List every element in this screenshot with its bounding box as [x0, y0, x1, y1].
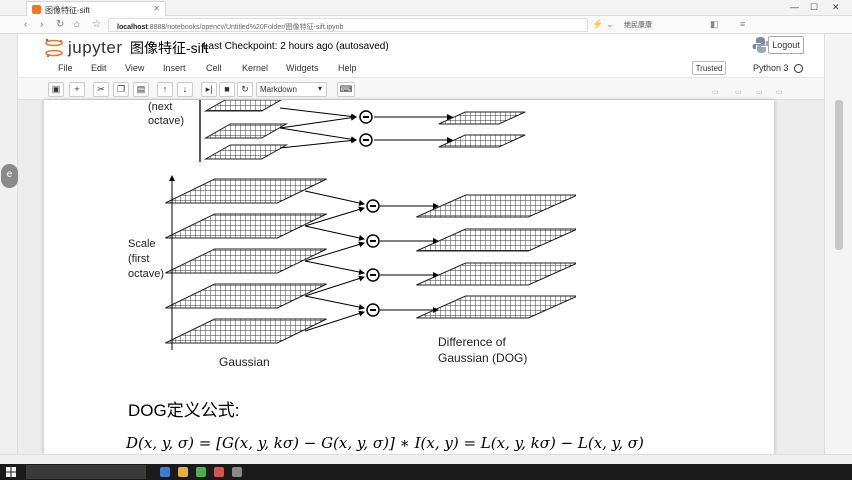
label-gaussian: Gaussian	[219, 355, 270, 369]
maximize-icon[interactable]: ☐	[810, 2, 818, 13]
taskbar-app-icon[interactable]	[196, 467, 206, 477]
dog-plane	[416, 194, 576, 218]
extension-icon[interactable]: ◧	[710, 19, 719, 30]
arrow	[304, 295, 365, 310]
browser-statusbar	[0, 454, 852, 464]
url-host: localhost	[117, 24, 148, 31]
label-dog-1: Difference of	[438, 335, 506, 349]
side-tool-icon[interactable]: e	[1, 164, 18, 188]
jupyter-logo-icon[interactable]	[44, 38, 64, 58]
tab-title: 图像特征-sift	[45, 6, 90, 15]
browser-tab[interactable]: 图像特征-sift ✕	[26, 1, 166, 16]
arrow	[279, 127, 357, 143]
menu-widgets[interactable]: Widgets	[286, 63, 319, 73]
tab-close-icon[interactable]: ✕	[153, 4, 160, 13]
label-next-octave-1: (next	[148, 101, 172, 113]
chevron-down-icon: ▾	[317, 84, 322, 93]
logout-button[interactable]: Logout	[768, 36, 804, 54]
label-octave: octave)	[128, 268, 164, 280]
paste-icon[interactable]: ▤	[133, 82, 149, 97]
notebook-name[interactable]: 图像特征-sift	[130, 38, 209, 58]
dog-plane-next-octave	[438, 134, 526, 148]
close-window-icon[interactable]: ✕	[832, 2, 840, 13]
save-icon[interactable]: ▣	[48, 82, 64, 97]
chevron-down-icon[interactable]: ⌄	[606, 19, 614, 30]
refresh-icon[interactable]: ↻	[56, 19, 64, 30]
stop-icon[interactable]: ■	[219, 82, 235, 97]
arrow	[304, 260, 365, 275]
gaussian-plane	[165, 213, 327, 239]
star-icon[interactable]: ☆	[92, 19, 101, 30]
dog-plane	[416, 262, 576, 286]
arrow	[304, 190, 365, 206]
menu-insert[interactable]: Insert	[163, 63, 186, 73]
url-path: :8888/notebooks/opencv/Untitled%20Folder…	[147, 24, 344, 31]
menu-file[interactable]: File	[58, 63, 73, 73]
gaussian-plane-next-octave	[203, 144, 289, 160]
step-icon[interactable]: ▸|	[201, 82, 217, 97]
user-label[interactable]: 绝民康康	[624, 20, 652, 30]
dog-plane	[416, 228, 576, 252]
menu-icon[interactable]: ≡	[740, 19, 745, 29]
url-field[interactable]: localhost:8888/notebooks/opencv/Untitled…	[108, 18, 588, 32]
dog-formula: D(x, y, σ) = [G(x, y, kσ) − G(x, y, σ)] …	[126, 434, 644, 452]
dog-plane-next-octave	[438, 111, 526, 125]
arrow	[304, 225, 365, 241]
label-dog-2: Gaussian (DOG)	[438, 351, 527, 365]
arrow	[279, 114, 357, 129]
taskbar-folder-icon[interactable]	[178, 467, 188, 477]
scrollbar-thumb[interactable]	[835, 100, 843, 250]
arrow	[279, 107, 357, 120]
gaussian-plane	[165, 318, 327, 344]
dog-plane	[416, 295, 576, 319]
menu-kernel[interactable]: Kernel	[242, 63, 268, 73]
bolt-icon[interactable]: ⚡	[592, 19, 603, 30]
figure-shapes	[165, 100, 576, 350]
copy-icon[interactable]: ❐	[113, 82, 129, 97]
cell-type-select[interactable]: Markdown ▾	[256, 82, 327, 97]
jupyter-favicon-icon	[32, 5, 41, 14]
toolbar-small-icon[interactable]: ▭	[712, 88, 719, 96]
toolbar-small-icon[interactable]: ▭	[756, 88, 763, 96]
taskbar-app-icon[interactable]	[232, 467, 242, 477]
gaussian-plane-next-octave	[203, 123, 289, 139]
arrow-up-icon[interactable]: ↑	[157, 82, 173, 97]
taskbar-app-icon[interactable]	[160, 467, 170, 477]
label-scale: Scale	[128, 238, 156, 250]
label-first: (first	[128, 253, 149, 265]
taskbar-app-icon[interactable]	[214, 467, 224, 477]
plus-icon[interactable]: +	[69, 82, 85, 97]
menu-help[interactable]: Help	[338, 63, 357, 73]
minimize-icon[interactable]: —	[790, 2, 799, 12]
gaussian-plane	[165, 283, 327, 309]
windows-start-icon[interactable]	[6, 467, 16, 477]
arrow	[279, 137, 357, 149]
menu-edit[interactable]: Edit	[91, 63, 107, 73]
gaussian-plane	[165, 248, 327, 274]
toolbar-small-icon[interactable]: ▭	[735, 88, 742, 96]
gaussian-plane	[165, 178, 327, 204]
menu-view[interactable]: View	[125, 63, 144, 73]
dog-heading: DOG定义公式:	[128, 401, 240, 420]
cell-type-value: Markdown	[260, 85, 297, 94]
taskbar-search[interactable]	[26, 465, 146, 479]
arrow-down-icon[interactable]: ↓	[177, 82, 193, 97]
jupyter-brand: jupyter	[68, 38, 123, 57]
cut-icon[interactable]: ✂	[93, 82, 109, 97]
toolbar-small-icon[interactable]: ▭	[776, 88, 783, 96]
label-next-octave-2: octave)	[148, 115, 184, 127]
menu-cell[interactable]: Cell	[206, 63, 222, 73]
dog-pyramid-figure: (next octave) Scale (first octave) Gauss…	[128, 100, 576, 369]
keyboard-icon[interactable]: ⌨	[337, 82, 355, 97]
checkpoint-status: Last Checkpoint: 2 hours ago (autosaved)	[203, 41, 389, 52]
left-sidebar	[0, 34, 18, 454]
kernel-name[interactable]: Python 3	[753, 63, 789, 73]
restart-icon[interactable]: ↻	[237, 82, 253, 97]
home-icon[interactable]: ⌂	[74, 19, 80, 30]
kernel-idle-icon	[794, 64, 803, 73]
back-icon[interactable]: ‹	[24, 19, 27, 30]
forward-icon[interactable]: ›	[40, 19, 43, 30]
gaussian-plane-next-octave	[203, 100, 283, 112]
trusted-indicator[interactable]: Trusted	[692, 61, 726, 75]
